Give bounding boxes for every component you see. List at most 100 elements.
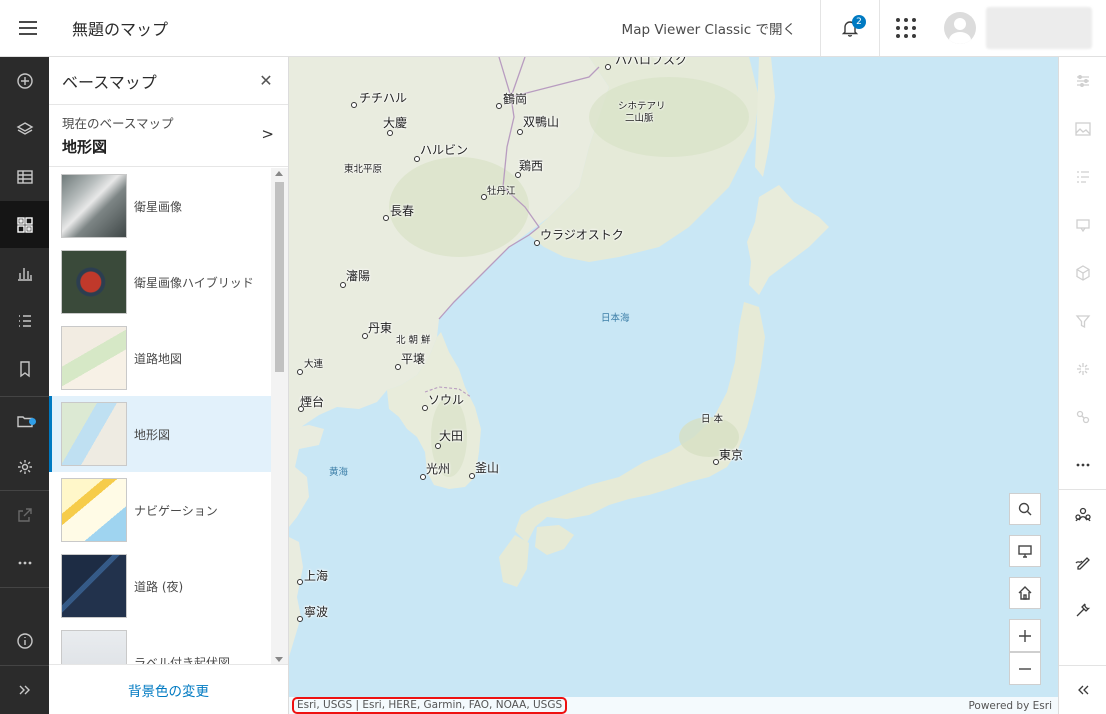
- city-marker: [340, 282, 346, 288]
- hokkaido: [747, 185, 829, 295]
- sea-label: 黄海: [329, 467, 349, 478]
- basemap-item-streets-night[interactable]: 道路 (夜): [49, 548, 271, 624]
- city-label: 牡丹江: [487, 186, 516, 197]
- home-button[interactable]: [1009, 577, 1041, 609]
- analysis-button[interactable]: [1059, 490, 1106, 537]
- powered-by-esri[interactable]: Powered by Esri: [968, 700, 1052, 712]
- city-marker: [517, 129, 523, 135]
- expand-toolbar-button[interactable]: [0, 666, 49, 713]
- basemap-item-imagery-hybrid[interactable]: 衛星画像ハイブリッド: [49, 244, 271, 320]
- basemap-item-navigation[interactable]: ナビゲーション: [49, 472, 271, 548]
- city-marker: [387, 130, 393, 136]
- attribution-text[interactable]: Esri, USGS | Esri, HERE, Garmin, FAO, NO…: [292, 697, 568, 714]
- close-panel-button[interactable]: ✕: [244, 57, 288, 105]
- fields-button[interactable]: [1059, 153, 1106, 200]
- user-name-redacted[interactable]: [986, 7, 1092, 49]
- cluster-button[interactable]: [1059, 249, 1106, 296]
- home-icon: [1018, 586, 1032, 600]
- info-button[interactable]: [0, 617, 49, 664]
- basemap-gallery: 衛星画像 衛星画像ハイブリッド 道路地図 地形図 ナビゲーション 道路 (夜) …: [49, 168, 271, 665]
- properties-button[interactable]: [1059, 57, 1106, 104]
- add-icon: [16, 72, 33, 89]
- city-label: 光州: [426, 462, 451, 476]
- open-classic-link[interactable]: Map Viewer Classic で開く: [622, 18, 820, 38]
- collapse-icon: [1077, 685, 1088, 694]
- pop-ups-button[interactable]: [1059, 201, 1106, 248]
- china-east-coast: [289, 537, 303, 657]
- city-marker: [469, 473, 475, 479]
- tables-button[interactable]: [0, 153, 49, 200]
- panel-scrollbar[interactable]: [271, 168, 288, 665]
- effects-button[interactable]: [1059, 345, 1106, 392]
- city-label: 上海: [304, 569, 329, 583]
- city-marker: [414, 156, 420, 162]
- basemap-thumbnail: [61, 174, 127, 238]
- basemap-button[interactable]: [0, 201, 49, 248]
- sea-label: 日本海: [601, 313, 630, 324]
- app-launcher-button[interactable]: [880, 0, 932, 56]
- apps-grid-icon: [896, 18, 916, 38]
- region-label: 二山脈: [625, 113, 654, 124]
- country-label: 北 朝 鮮: [396, 335, 431, 346]
- basemap-item-imagery[interactable]: 衛星画像: [49, 168, 271, 244]
- styles-button[interactable]: [1059, 105, 1106, 152]
- menu-button[interactable]: [0, 0, 56, 56]
- change-background-link[interactable]: 背景色の変更: [128, 680, 209, 700]
- basemap-item-topographic[interactable]: 地形図: [49, 396, 271, 472]
- city-marker: [422, 405, 428, 411]
- avatar[interactable]: [944, 12, 976, 44]
- city-label: チチハル: [359, 91, 408, 105]
- bookmark-icon: [19, 360, 30, 377]
- tools-button[interactable]: [1059, 586, 1106, 633]
- current-basemap[interactable]: 現在のベースマップ 地形図 >: [49, 105, 288, 167]
- scroll-up-arrow[interactable]: [275, 171, 283, 176]
- zoom-in-button[interactable]: [1009, 619, 1041, 652]
- sketch-button[interactable]: [1059, 538, 1106, 585]
- city-label: 鶏西: [519, 159, 544, 173]
- cluster-icon: [1075, 264, 1090, 281]
- legend-button[interactable]: [0, 297, 49, 344]
- basemap-icon: [16, 216, 33, 233]
- map-settings-button[interactable]: [0, 443, 49, 490]
- fields-icon: [1076, 170, 1089, 183]
- layers-button[interactable]: [0, 105, 49, 152]
- map-title[interactable]: 無題のマップ: [72, 16, 168, 40]
- charts-button[interactable]: [0, 249, 49, 296]
- styles-icon: [1074, 121, 1091, 136]
- bookmarks-button[interactable]: [0, 345, 49, 392]
- basemap-item-terrain-labels[interactable]: ラベル付き起伏図: [49, 624, 271, 665]
- basemap-label: 道路 (夜): [134, 579, 184, 594]
- map-search-button[interactable]: [1009, 493, 1041, 525]
- scroll-down-arrow[interactable]: [275, 657, 283, 662]
- more-tools-button[interactable]: [1059, 441, 1106, 488]
- city-label: 大慶: [383, 116, 408, 130]
- more-button[interactable]: [0, 539, 49, 586]
- city-marker: [481, 194, 487, 200]
- basemap-label: 地形図: [134, 427, 171, 442]
- city-label: 大連: [304, 359, 324, 370]
- basemap-thumbnail: [61, 250, 127, 314]
- scroll-thumb[interactable]: [275, 182, 284, 372]
- labels-button[interactable]: [1059, 393, 1106, 440]
- add-button[interactable]: [0, 57, 49, 104]
- share-button[interactable]: [0, 491, 49, 538]
- right-toolbar: [1058, 57, 1106, 714]
- city-marker: [362, 333, 368, 339]
- save-button[interactable]: [0, 397, 49, 444]
- share-icon: [17, 507, 32, 522]
- table-icon: [16, 169, 33, 184]
- map-basemap-graphic: [289, 57, 829, 657]
- notifications-button[interactable]: 2: [821, 0, 879, 56]
- close-icon: ✕: [259, 71, 273, 90]
- notification-badge: 2: [852, 15, 866, 29]
- zoom-out-icon: [1019, 667, 1031, 670]
- city-marker: [713, 459, 719, 465]
- hamburger-icon: [19, 21, 37, 35]
- sakhalin: [755, 57, 775, 177]
- filter-button[interactable]: [1059, 297, 1106, 344]
- collapse-toolbar-button[interactable]: [1059, 666, 1106, 713]
- zoom-out-button[interactable]: [1009, 652, 1041, 685]
- screen-size-button[interactable]: [1009, 535, 1041, 567]
- basemap-item-streets[interactable]: 道路地図: [49, 320, 271, 396]
- map-view[interactable]: チチハル 鶴崗 大慶 双鴨山 ハルビン 鶏西 東北平原 牡丹江 長春 ウラジオス…: [289, 57, 1058, 714]
